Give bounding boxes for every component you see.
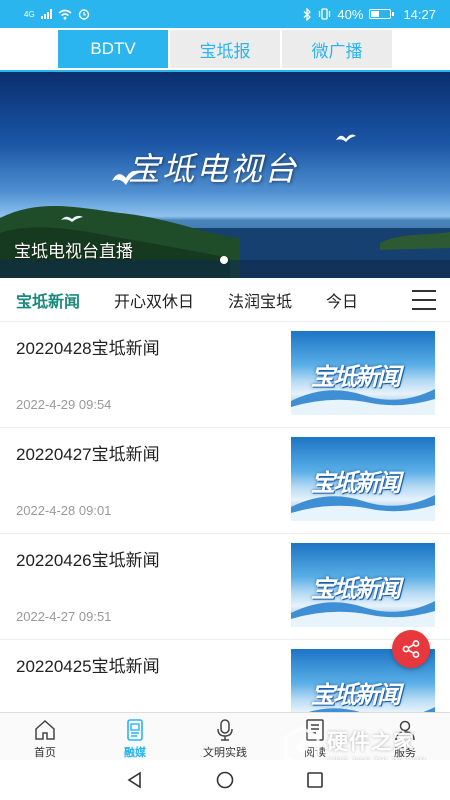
news-item[interactable]: 20220426宝坻新闻 2022-4-27 09:51 宝坻新闻 [0, 534, 450, 640]
news-thumbnail: 宝坻新闻 [291, 543, 435, 627]
banner-scenery [0, 206, 450, 278]
status-right: 40% 14:27 [303, 7, 436, 22]
news-title: 20220425宝坻新闻 [16, 657, 160, 676]
category-tabs: 宝坻新闻 开心双休日 法润宝坻 今日 [0, 278, 450, 322]
news-title: 20220426宝坻新闻 [16, 551, 160, 570]
tab-micro-broadcast[interactable]: 微广播 [282, 30, 392, 68]
category-tab-baodi-news[interactable]: 宝坻新闻 [16, 288, 80, 312]
signal-icon [40, 9, 52, 19]
tab-bdtv[interactable]: BDTV [58, 30, 168, 68]
carousel-indicator [220, 256, 228, 264]
tab-baodi-newspaper[interactable]: 宝坻报 [170, 30, 280, 68]
vibrate-icon [319, 8, 331, 20]
recents-icon[interactable] [305, 770, 325, 790]
news-list: 20220428宝坻新闻 2022-4-29 09:54 宝坻新闻 202204… [0, 322, 450, 712]
news-time: 2022-4-27 09:51 [16, 609, 112, 624]
thumbnail-text: 宝坻新闻 [311, 682, 401, 709]
news-time: 2022-4-29 09:54 [16, 397, 112, 412]
status-left: 4G [24, 8, 90, 20]
top-tabs: BDTV 宝坻报 微广播 [0, 28, 450, 72]
signal-label: 4G [24, 9, 35, 19]
bird-icon [61, 215, 83, 222]
share-icon [402, 640, 420, 658]
category-tab-today[interactable]: 今日 [326, 288, 358, 312]
thumbnail-text: 宝坻新闻 [311, 364, 401, 391]
wifi-icon [58, 9, 72, 20]
news-item[interactable]: 20220428宝坻新闻 2022-4-29 09:54 宝坻新闻 [0, 322, 450, 428]
watermark-text: 硬件之家 [327, 731, 415, 754]
thumbnail-text: 宝坻新闻 [311, 470, 401, 497]
battery-icon [369, 9, 395, 19]
system-nav-bar [0, 760, 450, 800]
nav-media[interactable]: 融媒 [90, 713, 180, 760]
nav-civilization-practice[interactable]: 文明实践 [180, 713, 270, 760]
category-menu-button[interactable] [412, 290, 436, 310]
news-item[interactable]: 20220427宝坻新闻 2022-4-28 09:01 宝坻新闻 [0, 428, 450, 534]
microphone-icon [217, 719, 233, 741]
news-time: 2022-4-28 09:01 [16, 503, 112, 518]
media-icon [127, 719, 143, 741]
category-tab-happy-weekend[interactable]: 开心双休日 [114, 288, 194, 312]
battery-level [371, 11, 379, 17]
news-title: 20220427宝坻新闻 [16, 445, 160, 464]
nav-civilization-label: 文明实践 [203, 747, 247, 759]
bluetooth-icon [303, 7, 312, 21]
news-title: 20220428宝坻新闻 [16, 339, 160, 358]
news-thumbnail: 宝坻新闻 [291, 437, 435, 521]
nav-home[interactable]: 首页 [0, 713, 90, 760]
home-circle-icon[interactable] [215, 770, 235, 790]
alarm-icon [78, 9, 89, 20]
share-button[interactable] [392, 630, 430, 668]
banner-carousel[interactable]: 宝坻电视台 宝坻电视台直播 [0, 72, 450, 278]
banner-caption: 宝坻电视台直播 [14, 242, 133, 261]
category-tab-law-baodi[interactable]: 法润宝坻 [228, 288, 292, 312]
thumbnail-text: 宝坻新闻 [311, 576, 401, 603]
battery-text: 40% [337, 6, 364, 22]
status-bar: 4G 40% 14:27 [0, 0, 450, 28]
clock: 14:27 [403, 6, 436, 22]
home-icon [35, 719, 55, 740]
news-thumbnail: 宝坻新闻 [291, 331, 435, 415]
nav-media-label: 融媒 [124, 747, 146, 759]
banner-title: 宝坻电视台 [128, 150, 299, 188]
bird-icon [336, 134, 356, 142]
news-item[interactable]: 20220425宝坻新闻 宝坻新闻 [0, 640, 450, 712]
back-icon[interactable] [125, 770, 145, 790]
nav-home-label: 首页 [34, 747, 56, 759]
